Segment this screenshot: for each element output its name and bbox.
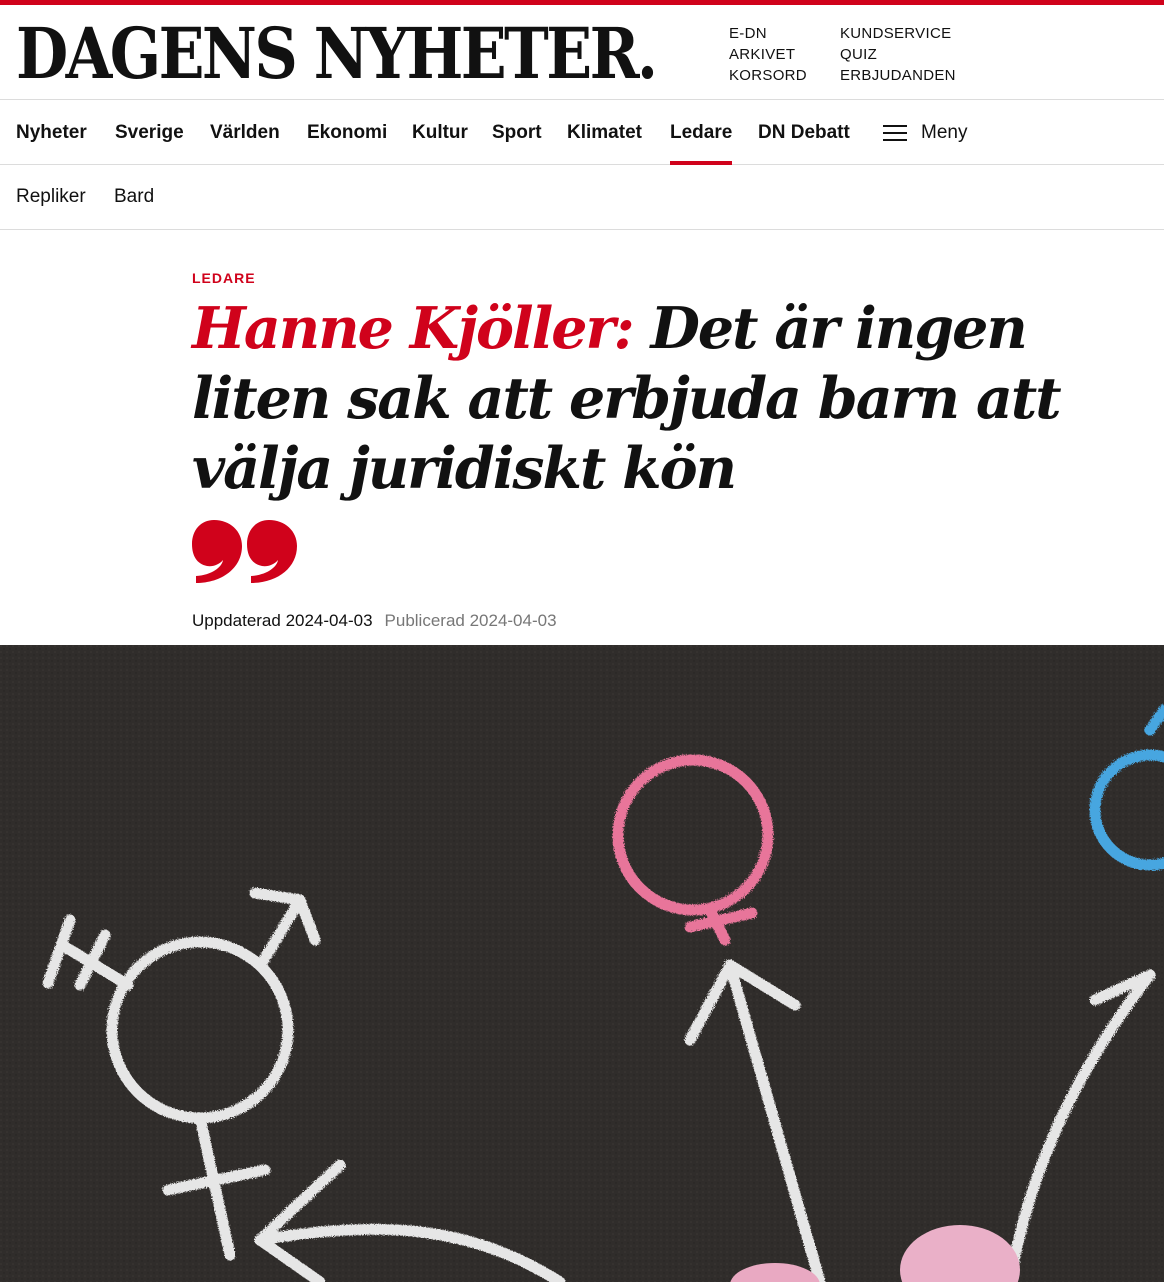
menu-button[interactable]: Meny — [883, 101, 967, 165]
nav-item-kultur[interactable]: Kultur — [412, 101, 468, 165]
utility-link-kundservice[interactable]: KUNDSERVICE — [840, 23, 956, 44]
site-logo[interactable]: DAGENS NYHETER. — [16, 15, 658, 93]
nav-item-sverige[interactable]: Sverige — [115, 101, 184, 165]
subnav-item-bard[interactable]: Bard — [114, 166, 154, 230]
author-prefix: Hanne Kjöller: — [192, 295, 635, 362]
utility-link-erbjudanden[interactable]: ERBJUDANDEN — [840, 65, 956, 86]
utility-links-col-2: KUNDSERVICE QUIZ ERBJUDANDEN — [840, 23, 956, 86]
chalk-gender-symbols-photo — [0, 645, 1164, 1282]
utility-links-col-1: E-DN ARKIVET KORSORD — [729, 23, 807, 86]
section-label[interactable]: LEDARE — [192, 270, 256, 286]
quote-icon — [192, 520, 297, 583]
nav-item-ekonomi[interactable]: Ekonomi — [307, 101, 387, 165]
nav-item-nyheter[interactable]: Nyheter — [16, 101, 87, 165]
menu-label: Meny — [921, 122, 968, 143]
updated-date: Uppdaterad 2024-04-03 — [192, 611, 373, 630]
published-date: Publicerad 2024-04-03 — [384, 611, 557, 630]
hero-image — [0, 645, 1164, 1282]
utility-link-korsord[interactable]: KORSORD — [729, 65, 807, 86]
subnav-item-repliker[interactable]: Repliker — [16, 166, 86, 230]
nav-item-ledare[interactable]: Ledare — [670, 101, 733, 165]
nav-item-sport[interactable]: Sport — [492, 101, 542, 165]
article-headline: Hanne Kjöller: Det är ingen liten sak at… — [192, 294, 1122, 504]
article-dates: Uppdaterad 2024-04-03 Publicerad 2024-04-… — [192, 611, 557, 631]
utility-link-e-dn[interactable]: E-DN — [729, 23, 807, 44]
masthead: DAGENS NYHETER. E-DN ARKIVET KORSORD KUN… — [0, 5, 1164, 100]
sub-nav: Repliker Bard — [0, 166, 1164, 230]
main-nav: Nyheter Sverige Världen Ekonomi Kultur S… — [0, 101, 1164, 165]
nav-item-varlden[interactable]: Världen — [210, 101, 280, 165]
nav-item-klimatet[interactable]: Klimatet — [567, 101, 642, 165]
nav-item-dn-debatt[interactable]: DN Debatt — [758, 101, 850, 165]
utility-link-quiz[interactable]: QUIZ — [840, 44, 956, 65]
utility-link-arkivet[interactable]: ARKIVET — [729, 44, 807, 65]
hamburger-icon — [883, 125, 907, 141]
